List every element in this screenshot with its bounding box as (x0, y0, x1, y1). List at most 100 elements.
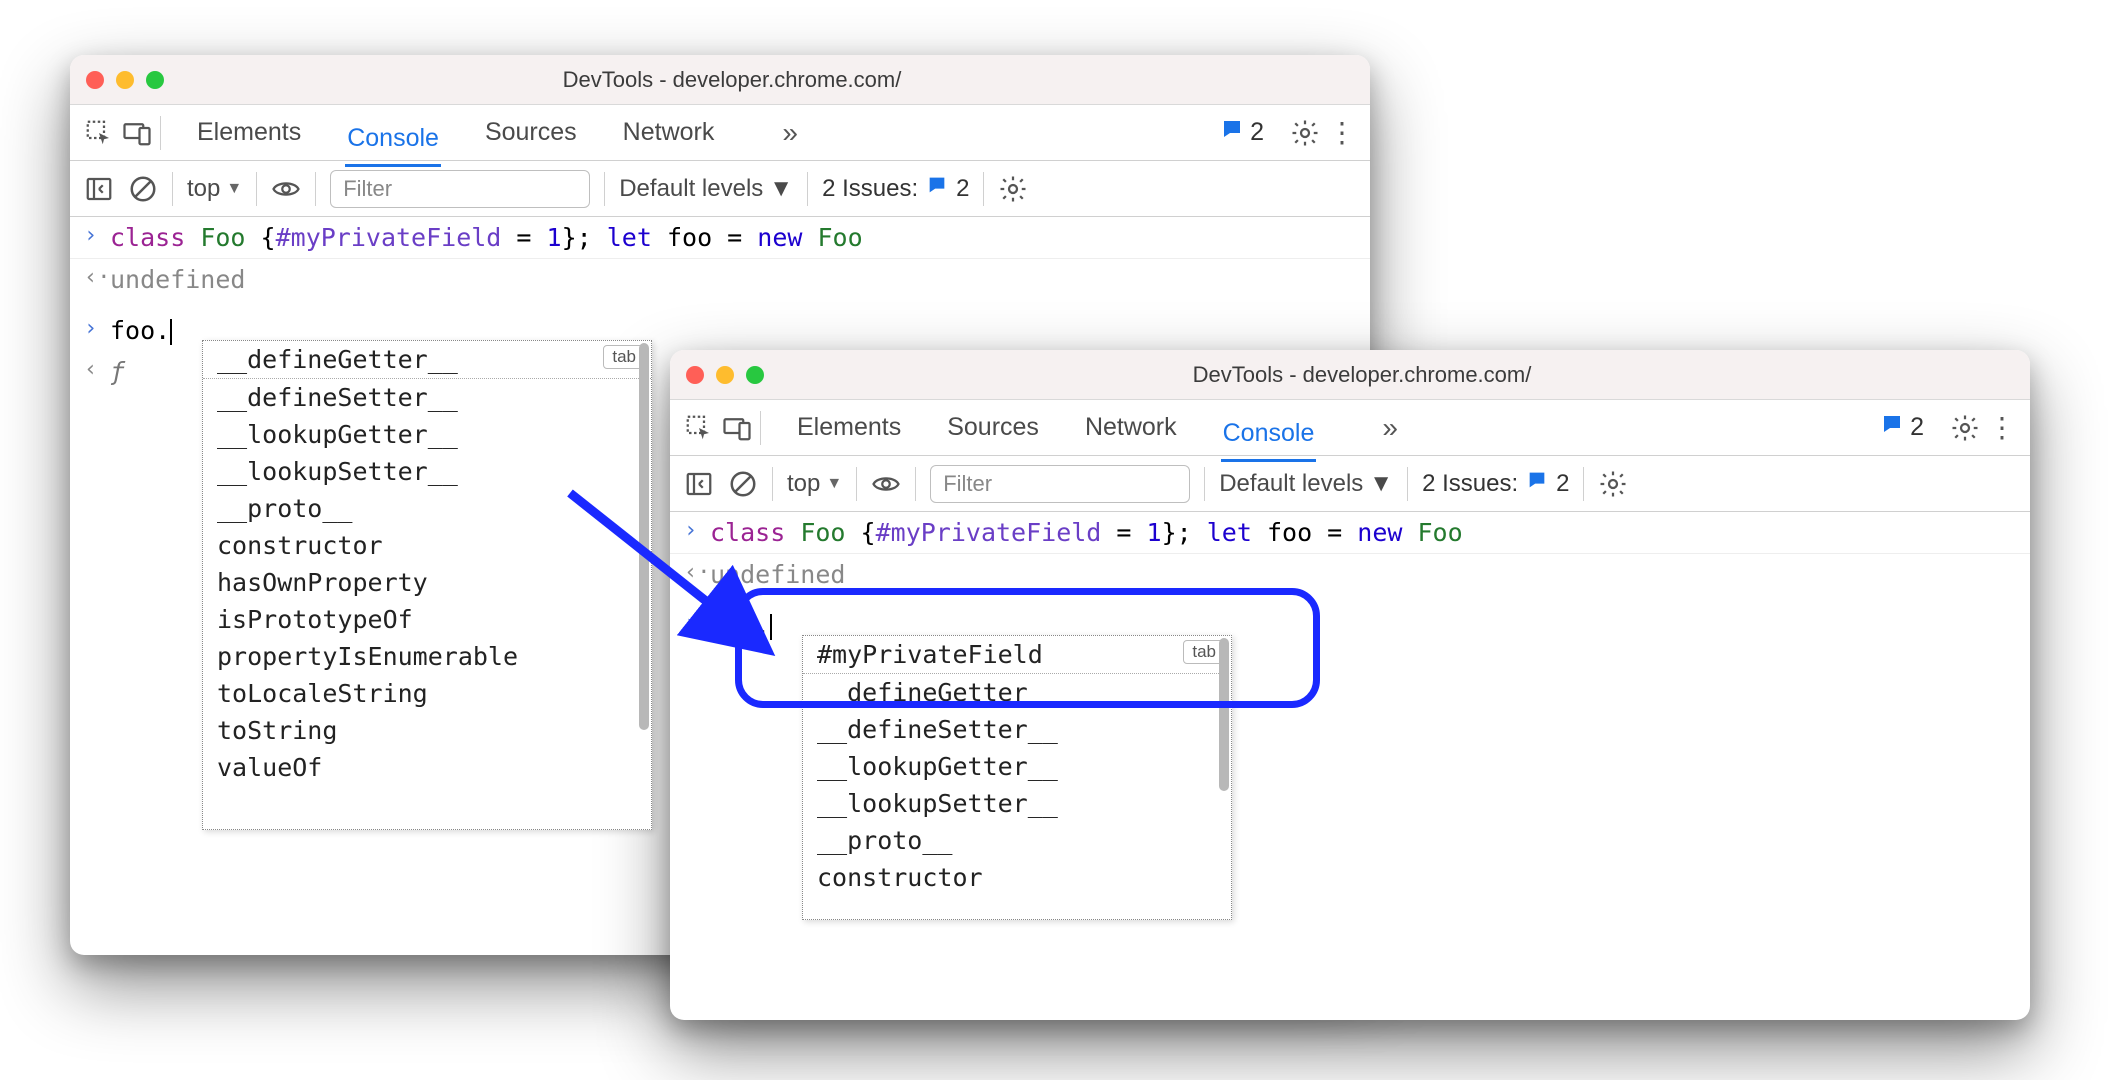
autocomplete-item[interactable]: __defineSetter__ (203, 379, 651, 416)
context-selector[interactable]: top ▼ (187, 175, 242, 203)
issues-text: 2 Issues: (822, 175, 918, 203)
console-body: › class Foo {#myPrivateField = 1}; let f… (670, 512, 2030, 1020)
autocomplete-item[interactable]: __defineGetter__ (803, 674, 1231, 711)
autocomplete-popup[interactable]: __defineGetter__ tab __defineSetter__ __… (202, 340, 652, 830)
gear-icon[interactable] (1290, 118, 1320, 148)
live-expression-icon[interactable] (871, 469, 901, 499)
autocomplete-item[interactable]: __lookupGetter__ (803, 748, 1231, 785)
log-levels-selector[interactable]: Default levels ▼ (619, 175, 793, 203)
autocomplete-item[interactable]: constructor (803, 859, 1231, 896)
separator (256, 172, 257, 206)
device-toolbar-icon[interactable] (722, 413, 752, 443)
console-prompt[interactable]: foo. (110, 316, 172, 345)
issues-indicator[interactable]: 2 (1880, 412, 1924, 443)
inspect-element-icon[interactable] (84, 118, 114, 148)
separator (315, 172, 316, 206)
autocomplete-item-private[interactable]: #myPrivateField (803, 636, 1231, 674)
more-tabs-button[interactable]: » (1382, 412, 1398, 444)
separator (160, 116, 161, 150)
close-window-button[interactable] (686, 366, 704, 384)
context-selector[interactable]: top ▼ (787, 470, 842, 498)
gear-icon[interactable] (1950, 413, 1980, 443)
filter-placeholder: Filter (343, 176, 392, 202)
input-chevron-icon: › (84, 316, 110, 341)
device-toolbar-icon[interactable] (122, 118, 152, 148)
undefined-output: undefined (710, 560, 845, 589)
input-chevron-icon: › (684, 518, 710, 543)
issues-text: 2 Issues: (1422, 470, 1518, 498)
zoom-window-button[interactable] (746, 366, 764, 384)
live-expression-icon[interactable] (271, 174, 301, 204)
autocomplete-item[interactable]: hasOwnProperty (203, 564, 651, 601)
kebab-menu[interactable]: ⋮ (1988, 411, 2016, 444)
autocomplete-item[interactable]: isPrototypeOf (203, 601, 651, 638)
zoom-window-button[interactable] (146, 71, 164, 89)
chevron-down-icon: ▼ (1369, 470, 1393, 498)
inspect-element-icon[interactable] (684, 413, 714, 443)
tab-sources[interactable]: Sources (945, 401, 1041, 454)
autocomplete-item[interactable]: __lookupGetter__ (203, 416, 651, 453)
autocomplete-item[interactable]: toLocaleString (203, 675, 651, 712)
autocomplete-item[interactable]: __defineGetter__ (203, 341, 651, 379)
eager-eval-output: ƒ (110, 357, 125, 386)
separator (983, 172, 984, 206)
tab-network[interactable]: Network (1083, 401, 1179, 454)
issues-count: 2 (1250, 118, 1264, 147)
autocomplete-item[interactable]: __defineSetter__ (803, 711, 1231, 748)
issues-link[interactable]: 2 Issues: 2 (1422, 469, 1569, 498)
filter-input[interactable]: Filter (930, 465, 1190, 503)
scrollbar[interactable] (1219, 638, 1229, 917)
clear-console-icon[interactable] (128, 174, 158, 204)
separator (172, 172, 173, 206)
chevron-down-icon: ▼ (769, 175, 793, 203)
log-levels-label: Default levels (619, 175, 763, 203)
autocomplete-item[interactable]: __proto__ (803, 822, 1231, 859)
titlebar: DevTools - developer.chrome.com/ (670, 350, 2030, 400)
autocomplete-item[interactable]: __lookupSetter__ (803, 785, 1231, 822)
minimize-window-button[interactable] (116, 71, 134, 89)
tab-elements[interactable]: Elements (195, 106, 303, 159)
input-chevron-icon: › (684, 611, 710, 636)
scrollbar[interactable] (639, 343, 649, 827)
chevron-down-icon: ▼ (226, 180, 242, 198)
gear-icon[interactable] (1598, 469, 1628, 499)
console-prompt[interactable]: foo. (710, 611, 772, 640)
window-title: DevTools - developer.chrome.com/ (184, 67, 1280, 93)
chevron-down-icon: ▼ (826, 475, 842, 493)
clear-console-icon[interactable] (728, 469, 758, 499)
kebab-menu[interactable]: ⋮ (1328, 116, 1356, 149)
more-tabs-button[interactable]: » (782, 117, 798, 149)
autocomplete-item[interactable]: propertyIsEnumerable (203, 638, 651, 675)
issues-link[interactable]: 2 Issues: 2 (822, 174, 969, 203)
tab-console[interactable]: Console (345, 112, 441, 167)
console-toolbar: top ▼ Filter Default levels ▼ 2 Issues: … (70, 161, 1370, 217)
output-chevron-icon: ‹ (84, 357, 110, 382)
close-window-button[interactable] (86, 71, 104, 89)
tab-network[interactable]: Network (621, 106, 717, 159)
autocomplete-item[interactable]: __proto__ (203, 490, 651, 527)
issue-icon (1526, 469, 1548, 498)
log-levels-selector[interactable]: Default levels ▼ (1219, 470, 1393, 498)
text-cursor (770, 614, 772, 640)
minimize-window-button[interactable] (716, 366, 734, 384)
console-input-row: › class Foo {#myPrivateField = 1}; let f… (70, 217, 1370, 259)
devtools-window-after: DevTools - developer.chrome.com/ Element… (670, 350, 2030, 1020)
filter-input[interactable]: Filter (330, 170, 590, 208)
gear-icon[interactable] (998, 174, 1028, 204)
console-command: class Foo {#myPrivateField = 1}; let foo… (710, 518, 1463, 547)
issues-indicator[interactable]: 2 (1220, 117, 1264, 148)
autocomplete-item[interactable]: constructor (203, 527, 651, 564)
autocomplete-item[interactable]: __lookupSetter__ (203, 453, 651, 490)
traffic-lights (686, 366, 764, 384)
issue-icon (926, 174, 948, 203)
autocomplete-item[interactable]: toString (203, 712, 651, 749)
autocomplete-popup[interactable]: #myPrivateField tab __defineGetter__ __d… (802, 635, 1232, 920)
toggle-drawer-icon[interactable] (684, 469, 714, 499)
autocomplete-item[interactable]: valueOf (203, 749, 651, 786)
toggle-drawer-icon[interactable] (84, 174, 114, 204)
separator (807, 172, 808, 206)
tab-elements[interactable]: Elements (795, 401, 903, 454)
tab-sources[interactable]: Sources (483, 106, 579, 159)
separator (856, 467, 857, 501)
tab-console[interactable]: Console (1221, 407, 1317, 462)
